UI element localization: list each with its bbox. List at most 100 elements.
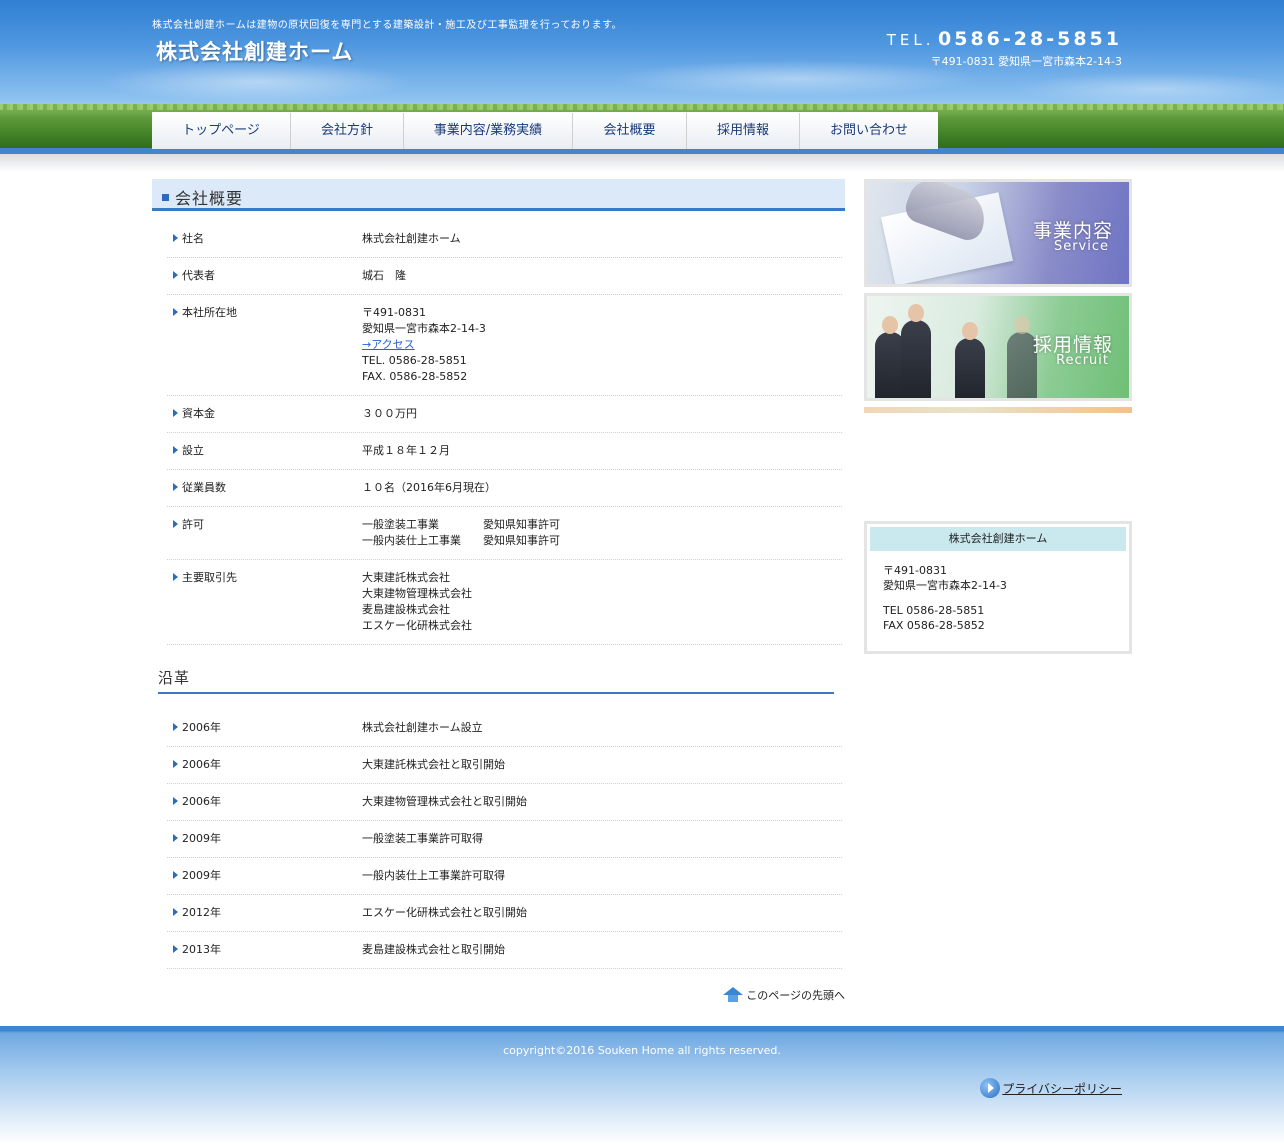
table-row: 設立 平成１８年１２月 xyxy=(167,433,842,470)
row-label: 資本金 xyxy=(167,406,362,422)
service-banner-subtitle: Service xyxy=(1053,239,1109,254)
table-row: 代表者 城石 隆 xyxy=(167,258,842,295)
table-row: 許可 一般塗装工事業 愛知県知事許可 一般内装仕上工事業 愛知県知事許可 xyxy=(167,507,842,560)
value-line: 〒491-0831 xyxy=(362,306,426,319)
company-fax: FAX 0586-28-5852 xyxy=(883,619,985,632)
company-box-title: 株式会社創建ホーム xyxy=(870,527,1126,551)
privacy-policy-link[interactable]: プライバシーポリシー xyxy=(980,1078,1122,1098)
service-banner[interactable]: 事業内容 Service xyxy=(864,179,1132,287)
nav-top[interactable]: トップページ xyxy=(152,113,291,149)
nav-policy[interactable]: 会社方針 xyxy=(291,113,404,149)
value-line: ３００万円 xyxy=(362,407,417,420)
arrow-right-icon xyxy=(980,1078,1001,1098)
history-table: 2006年 株式会社創建ホーム設立 2006年 大東建託株式会社と取引開始 20… xyxy=(167,710,842,969)
row-label: 主要取引先 xyxy=(167,570,362,634)
recruit-banner-subtitle: Recruit xyxy=(1056,353,1109,368)
site-footer: copyright©2016 Souken Home all rights re… xyxy=(0,1026,1284,1144)
row-value: 〒491-0831 愛知県一宮市森本2-14-3 →アクセス TEL. 0586… xyxy=(362,305,842,385)
table-row: 本社所在地 〒491-0831 愛知県一宮市森本2-14-3 →アクセス TEL… xyxy=(167,295,842,396)
person-head-image xyxy=(962,322,978,340)
person-head-image xyxy=(1014,316,1030,334)
value-line: 株式会社創建ホーム xyxy=(362,232,461,245)
nav-business[interactable]: 事業内容/業務実績 xyxy=(404,113,573,149)
history-year: 2009年 xyxy=(167,831,362,847)
nav-recruit[interactable]: 採用情報 xyxy=(687,113,800,149)
page-top-link[interactable]: このページの先頭へ xyxy=(722,987,845,1003)
value-line: 一般塗装工事業 愛知県知事許可 xyxy=(362,518,560,531)
value-line: １０名（2016年6月現在） xyxy=(362,481,496,494)
history-title: 沿革 xyxy=(158,667,834,694)
table-row: 従業員数 １０名（2016年6月現在） xyxy=(167,470,842,507)
history-event: 麦島建設株式会社と取引開始 xyxy=(362,943,505,956)
row-label: 設立 xyxy=(167,443,362,459)
privacy-policy-label: プライバシーポリシー xyxy=(1002,1081,1122,1096)
company-tel: TEL 0586-28-5851 xyxy=(883,604,985,617)
history-year: 2013年 xyxy=(167,942,362,958)
site-tagline: 株式会社創建ホームは建物の原状回復を専門とする建築設計・施工及び工事監理を行って… xyxy=(152,20,623,31)
history-year: 2006年 xyxy=(167,794,362,810)
row-label: 従業員数 xyxy=(167,480,362,496)
value-line: TEL. 0586-28-5851 xyxy=(362,354,467,367)
value-line: 愛知県一宮市森本2-14-3 xyxy=(362,322,486,335)
header-phone: TEL. 0586-28-5851 xyxy=(887,28,1122,50)
value-line: 麦島建設株式会社 xyxy=(362,603,450,616)
table-row: 2006年 株式会社創建ホーム設立 xyxy=(167,710,842,747)
main-content: 会社概要 社名 株式会社創建ホーム 代表者 城石 隆 本社所在地 〒491-08… xyxy=(152,179,845,1002)
page-title: 会社概要 xyxy=(152,179,845,211)
history-year: 2006年 xyxy=(167,720,362,736)
value-line: 大東建物管理株式会社 xyxy=(362,587,472,600)
value-line: 城石 隆 xyxy=(362,269,406,282)
table-row: 資本金 ３００万円 xyxy=(167,396,842,433)
row-label: 許可 xyxy=(167,517,362,549)
row-label: 代表者 xyxy=(167,268,362,284)
value-line: 一般内装仕上工事業 愛知県知事許可 xyxy=(362,534,560,547)
table-row: 主要取引先 大東建託株式会社 大東建物管理株式会社 麦島建設株式会社 エスケー化… xyxy=(167,560,842,645)
main-nav: トップページ 会社方針 事業内容/業務実績 会社概要 採用情報 お問い合わせ xyxy=(152,112,938,149)
access-link[interactable]: →アクセス xyxy=(362,338,415,351)
row-value: ３００万円 xyxy=(362,406,842,422)
nav-contact[interactable]: お問い合わせ xyxy=(800,113,938,149)
sidebar: 事業内容 Service 採用情報 Recruit 株式会社創建ホーム 〒491… xyxy=(864,179,1132,654)
company-info-table: 社名 株式会社創建ホーム 代表者 城石 隆 本社所在地 〒491-0831 愛知… xyxy=(167,221,842,645)
history-event: 大東建物管理株式会社と取引開始 xyxy=(362,795,527,808)
value-line: エスケー化研株式会社 xyxy=(362,619,472,632)
header-address: 〒491-0831 愛知県一宮市森本2-14-3 xyxy=(930,55,1122,68)
nav-company[interactable]: 会社概要 xyxy=(573,113,687,149)
history-event: 大東建託株式会社と取引開始 xyxy=(362,758,505,771)
row-label: 社名 xyxy=(167,231,362,247)
value-line: FAX. 0586-28-5852 xyxy=(362,370,468,383)
banner-strip xyxy=(864,407,1132,413)
table-row: 2009年 一般塗装工事業許可取得 xyxy=(167,821,842,858)
tel-number: 0586-28-5851 xyxy=(938,28,1122,50)
page-top-label: このページの先頭へ xyxy=(746,989,845,1002)
row-value: 株式会社創建ホーム xyxy=(362,231,842,247)
tel-label: TEL. xyxy=(886,31,935,49)
copyright: copyright©2016 Souken Home all rights re… xyxy=(503,1044,781,1057)
value-line: 大東建託株式会社 xyxy=(362,571,450,584)
history-year: 2012年 xyxy=(167,905,362,921)
nav-shadow xyxy=(0,154,1284,172)
person-head-image xyxy=(882,316,898,334)
title-square-icon xyxy=(162,194,169,201)
site-logo[interactable]: 株式会社創建ホーム xyxy=(156,36,353,66)
table-row: 2012年 エスケー化研株式会社と取引開始 xyxy=(167,895,842,932)
house-icon xyxy=(722,987,744,1003)
recruit-banner[interactable]: 採用情報 Recruit xyxy=(864,293,1132,401)
history-year: 2009年 xyxy=(167,868,362,884)
person-image xyxy=(901,320,931,398)
person-head-image xyxy=(908,304,924,322)
table-row: 2006年 大東建物管理株式会社と取引開始 xyxy=(167,784,842,821)
history-event: 一般塗装工事業許可取得 xyxy=(362,832,483,845)
company-box-body: 〒491-0831 愛知県一宮市森本2-14-3 TEL 0586-28-585… xyxy=(870,551,1126,633)
row-value: 城石 隆 xyxy=(362,268,842,284)
history-event: 株式会社創建ホーム設立 xyxy=(362,721,483,734)
person-image xyxy=(955,338,985,398)
value-line: 平成１８年１２月 xyxy=(362,444,450,457)
history-event: エスケー化研株式会社と取引開始 xyxy=(362,906,527,919)
history-year: 2006年 xyxy=(167,757,362,773)
row-value: 平成１８年１２月 xyxy=(362,443,842,459)
company-postal: 〒491-0831 xyxy=(883,564,947,577)
row-value: １０名（2016年6月現在） xyxy=(362,480,842,496)
table-row: 2013年 麦島建設株式会社と取引開始 xyxy=(167,932,842,969)
table-row: 2009年 一般内装仕上工事業許可取得 xyxy=(167,858,842,895)
